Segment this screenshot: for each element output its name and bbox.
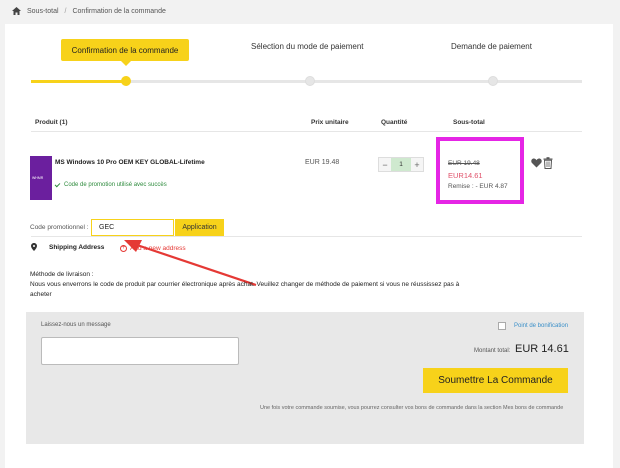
discount-amount: Remise : - EUR 4.87: [448, 183, 508, 190]
qty-increase-button[interactable]: +: [411, 158, 423, 171]
order-note: Une fois votre commande soumise, vous po…: [260, 405, 564, 411]
row-divider: [31, 236, 582, 237]
home-icon[interactable]: [12, 7, 21, 15]
bonus-points-checkbox[interactable]: [498, 322, 506, 330]
promo-success-text: Code de promotion utilisé avec succès: [64, 182, 167, 188]
breadcrumb: Sous-total / Confirmation de la commande: [12, 6, 166, 16]
product-image[interactable]: WHMR: [30, 156, 52, 200]
message-textarea[interactable]: [41, 337, 239, 365]
breadcrumb-sous-total[interactable]: Sous-total: [27, 8, 59, 15]
step-dot-2: [305, 76, 315, 86]
step-payment-method: Sélection du mode de paiement: [251, 42, 364, 51]
qty-input[interactable]: 1: [391, 158, 411, 171]
discounted-price: EUR14.61: [448, 171, 483, 180]
add-address-label: Add a new address: [130, 245, 186, 252]
breadcrumb-current: Confirmation de la commande: [72, 7, 166, 15]
col-subtotal: Sous-total: [453, 119, 485, 126]
step-payment-request: Demande de paiement: [451, 42, 532, 51]
promo-code-label: Code promotionnel :: [30, 224, 89, 231]
delivery-method: Méthode de livraison : Nous vous enverro…: [30, 270, 480, 300]
delivery-method-text: Nous vous enverrons le code de produit p…: [30, 281, 460, 298]
step-dot-3: [488, 76, 498, 86]
submit-order-button[interactable]: Soumettre La Commande: [423, 368, 568, 393]
total-amount-value: EUR 14.61: [515, 343, 569, 355]
step-confirmation-label: Confirmation de la commande: [71, 45, 179, 55]
shipping-address: Shipping Address: [31, 243, 104, 251]
col-unit-price: Prix unitaire: [311, 119, 349, 126]
progress-fill: [31, 80, 122, 83]
total-amount-label: Montant total:: [474, 348, 511, 354]
location-pin-icon: [31, 243, 37, 251]
bonus-points-option[interactable]: Point de bonification: [498, 322, 568, 330]
product-name[interactable]: MS Windows 10 Pro OEM KEY GLOBAL-Lifetim…: [55, 159, 205, 166]
breadcrumb-separator: /: [64, 7, 67, 15]
heart-icon[interactable]: [531, 158, 542, 168]
col-quantity: Quantité: [381, 119, 408, 126]
qty-decrease-button[interactable]: −: [379, 158, 391, 171]
promo-success-message: Code de promotion utilisé avec succès: [54, 181, 167, 188]
trash-icon[interactable]: [543, 157, 553, 169]
promo-apply-button[interactable]: Application: [175, 219, 224, 236]
promo-code-input[interactable]: GEC: [91, 219, 174, 236]
check-icon: [54, 181, 61, 187]
header-divider: [31, 131, 582, 132]
plus-circle-icon: +: [120, 245, 127, 252]
bonus-points-label[interactable]: Point de bonification: [514, 323, 568, 329]
add-address-link[interactable]: + Add a new address: [120, 245, 186, 252]
quantity-stepper: − 1 +: [378, 157, 424, 172]
delivery-method-title: Méthode de livraison :: [30, 271, 94, 278]
product-image-text: WHMR: [32, 176, 44, 180]
shipping-address-label: Shipping Address: [49, 243, 105, 251]
unit-price: EUR 19.48: [305, 159, 340, 166]
original-price: EUR 19.48: [448, 160, 480, 167]
col-product: Produit (1): [35, 119, 68, 126]
message-label: Laissez-nous un message: [41, 322, 111, 328]
step-dot-1: [121, 76, 131, 86]
step-confirmation: Confirmation de la commande: [61, 39, 189, 66]
